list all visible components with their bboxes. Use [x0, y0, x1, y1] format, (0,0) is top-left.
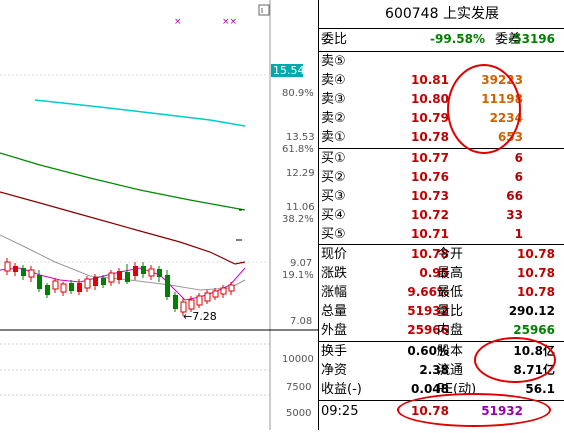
buy-label: 买④	[321, 208, 346, 223]
buy-volume: 66	[506, 189, 523, 203]
buy-price: 10.73	[411, 189, 449, 203]
quote-row: 涨跌 0.95 最高 10.78	[319, 264, 564, 283]
buy-volume: 6	[514, 170, 523, 184]
quote-value: 10.78	[517, 247, 555, 261]
weibi-row: 委比 -99.58% 委差 -53196	[319, 30, 564, 49]
buy-price: 10.72	[411, 208, 449, 222]
buy-volume: 6	[514, 151, 523, 165]
buy-label: 买⑤	[321, 227, 346, 242]
volume-label: 7500	[286, 382, 311, 393]
price-label: 12.29	[286, 168, 315, 179]
quote-row: 现价 10.78 今开 10.78	[319, 245, 564, 264]
quote-label: 涨跌	[321, 266, 348, 281]
quote-panel: 600748 上实发展 委比 -99.58% 委差 -53196 卖⑤ 卖④ 1…	[318, 0, 564, 430]
buy-label: 买①	[321, 151, 346, 166]
quote-value: 10.78	[517, 266, 555, 280]
tick-time: 09:25	[321, 404, 359, 419]
weicha-value: -53196	[508, 32, 555, 46]
sell-label: 卖①	[321, 130, 346, 145]
quote-label: 涨幅	[321, 285, 348, 300]
sell-label: 卖④	[321, 73, 346, 88]
quote-label: 内盘	[437, 323, 464, 338]
kline-chart-svg[interactable]: × ×× ←7.28 15.54 80.9% 13.53 61.8% 12.29…	[0, 0, 318, 430]
price-label: 9.07	[290, 258, 312, 269]
quote-label: 现价	[321, 247, 348, 262]
sell-price: 10.80	[411, 92, 449, 106]
sell-label: 卖③	[321, 92, 346, 107]
quote-value: 290.12	[508, 304, 555, 318]
percent-label: 61.8%	[282, 144, 314, 155]
quote-row: 涨幅 9.66% 最低 10.78	[319, 283, 564, 302]
low-price-annotation: ←7.28	[183, 310, 217, 323]
highlight-ellipse	[474, 337, 556, 383]
kline-chart[interactable]: × ×× ←7.28 15.54 80.9% 13.53 61.8% 12.29…	[0, 0, 318, 430]
chart-marker: ××	[222, 17, 237, 27]
buy-volume: 1	[514, 227, 523, 241]
buy-row[interactable]: 买① 10.77 6	[319, 149, 564, 168]
percent-label: 19.1%	[282, 270, 314, 281]
quote-label: 最高	[437, 266, 464, 281]
price-label: 11.06	[286, 202, 315, 213]
quote-label: 总量	[321, 304, 348, 319]
buy-price: 10.71	[411, 227, 449, 241]
buy-row[interactable]: 买④ 10.72 33	[319, 206, 564, 225]
price-label: 7.08	[290, 316, 312, 327]
highlight-ellipse	[397, 393, 551, 427]
highlight-ellipse	[447, 64, 521, 154]
chart-marker: ×	[174, 17, 182, 27]
sell-price: 10.79	[411, 111, 449, 125]
sell-row[interactable]: 卖① 10.78 653	[319, 128, 564, 147]
fundamental-label: 收益(-)	[321, 382, 362, 397]
quote-label: 外盘	[321, 323, 348, 338]
quote-row: 总量 51932 量比 290.12	[319, 302, 564, 321]
sell-label: 卖⑤	[321, 54, 346, 69]
volume-label: 10000	[282, 354, 314, 365]
stock-title: 600748 上实发展	[319, 0, 564, 29]
buy-price: 10.77	[411, 151, 449, 165]
sell-row[interactable]: 卖④ 10.81 39223	[319, 71, 564, 90]
weibi-label: 委比	[321, 32, 348, 47]
fundamental-value: 56.1	[525, 382, 555, 396]
buy-label: 买③	[321, 189, 346, 204]
sell-price: 10.81	[411, 73, 449, 87]
weibi-value: -99.58%	[430, 32, 485, 46]
fundamental-label: 换手	[321, 344, 348, 359]
price-label: 13.53	[286, 132, 315, 143]
buy-row[interactable]: 买② 10.76 6	[319, 168, 564, 187]
fundamental-label: 流通	[437, 363, 464, 378]
quote-label: 今开	[437, 247, 464, 262]
percent-label: 38.2%	[282, 214, 314, 225]
buy-row[interactable]: 买③ 10.73 66	[319, 187, 564, 206]
fundamental-label: 股本	[437, 344, 464, 359]
buy-row[interactable]: 买⑤ 10.71 1	[319, 225, 564, 244]
chart-window-toggle[interactable]	[258, 4, 270, 16]
buy-price: 10.76	[411, 170, 449, 184]
sell-row[interactable]: 卖③ 10.80 11198	[319, 90, 564, 109]
percent-label: 80.9%	[282, 88, 314, 99]
ma-line-green	[0, 152, 246, 211]
fundamental-label: 净资	[321, 363, 348, 378]
sell-row[interactable]: 卖⑤	[319, 52, 564, 71]
ma-line-cyan	[34, 99, 246, 127]
buy-label: 买②	[321, 170, 346, 185]
quote-label: 最低	[437, 285, 464, 300]
sell-row[interactable]: 卖② 10.79 2234	[319, 109, 564, 128]
sell-label: 卖②	[321, 111, 346, 126]
buy-volume: 33	[506, 208, 523, 222]
volume-label: 5000	[286, 408, 311, 419]
quote-value: 10.78	[517, 285, 555, 299]
quote-label: 量比	[437, 304, 464, 319]
sell-price: 10.78	[411, 130, 449, 144]
current-price-tag: 15.54	[273, 64, 305, 77]
